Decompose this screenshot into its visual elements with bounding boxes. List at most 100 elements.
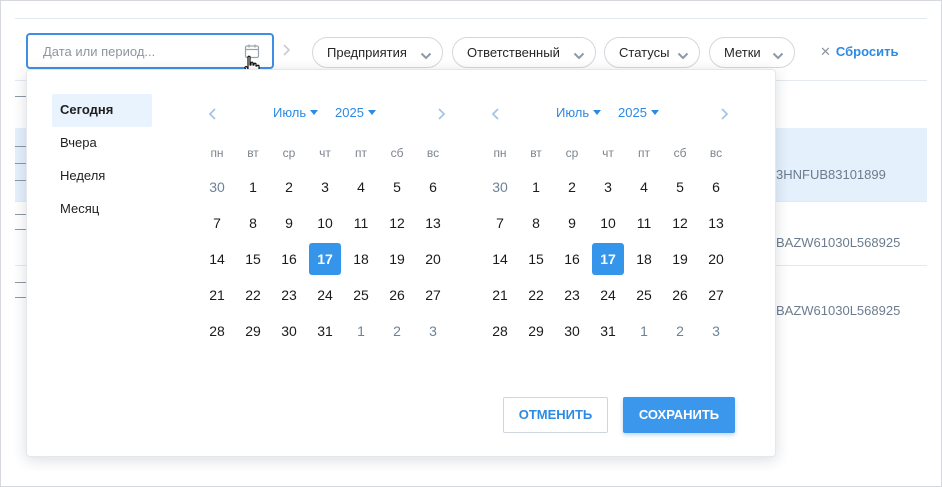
calendar-day[interactable]: 3 [592, 171, 624, 203]
calendar-day[interactable]: 13 [417, 207, 449, 239]
filter-enterprises[interactable]: Предприятия [312, 37, 443, 68]
calendar-day[interactable]: 23 [273, 279, 305, 311]
calendar-day[interactable]: 19 [381, 243, 413, 275]
calendar-day[interactable]: 7 [201, 207, 233, 239]
quick-range-item[interactable]: Месяц [52, 193, 152, 226]
prev-month-arrow-icon[interactable] [208, 107, 218, 126]
calendar-day[interactable]: 3 [309, 171, 341, 203]
reset-filters-button[interactable]: ✕ Сбросить [820, 44, 898, 60]
calendar-day-selected[interactable]: 17 [592, 243, 624, 275]
calendar-day[interactable]: 18 [345, 243, 377, 275]
calendar-day[interactable]: 25 [628, 279, 660, 311]
calendar-day[interactable]: 14 [484, 243, 516, 275]
calendar-day[interactable]: 28 [484, 315, 516, 347]
calendar-day[interactable]: 4 [628, 171, 660, 203]
calendar-day[interactable]: 28 [201, 315, 233, 347]
month-label: Июль [556, 105, 590, 120]
calendar-day[interactable]: 9 [556, 207, 588, 239]
next-month-arrow-icon[interactable] [719, 107, 729, 126]
calendar-day[interactable]: 5 [664, 171, 696, 203]
calendar-day[interactable]: 30 [273, 315, 305, 347]
calendar-day[interactable]: 22 [237, 279, 269, 311]
weekday-header: сб [390, 146, 404, 160]
calendar-day[interactable]: 13 [700, 207, 732, 239]
calendar-day-outside-month[interactable]: 3 [700, 315, 732, 347]
calendar-day[interactable]: 22 [520, 279, 552, 311]
year-select-right[interactable]: 2025 [618, 105, 659, 120]
calendar-day[interactable]: 15 [520, 243, 552, 275]
chevron-down-icon [772, 48, 784, 63]
month-label: Июль [273, 105, 307, 120]
save-button[interactable]: СОХРАНИТЬ [623, 397, 735, 433]
calendar-day[interactable]: 24 [592, 279, 624, 311]
month-select-left[interactable]: Июль [273, 105, 319, 120]
calendar-day[interactable]: 6 [417, 171, 449, 203]
calendar-day-outside-month[interactable]: 30 [484, 171, 516, 203]
calendar-day[interactable]: 18 [628, 243, 660, 275]
quick-range-item[interactable]: Сегодня [52, 94, 152, 127]
chevron-right-icon[interactable] [281, 43, 291, 62]
calendar-day[interactable]: 11 [628, 207, 660, 239]
calendar-day[interactable]: 2 [273, 171, 305, 203]
filter-statuses[interactable]: Статусы [604, 37, 700, 68]
calendar-day[interactable]: 1 [237, 171, 269, 203]
next-month-arrow-icon[interactable] [436, 107, 446, 126]
table-cell-id: BAZW61030L568925 [776, 303, 901, 318]
calendar-day[interactable]: 26 [381, 279, 413, 311]
caret-down-icon [593, 110, 602, 116]
calendar-day[interactable]: 12 [664, 207, 696, 239]
calendar-day[interactable]: 20 [700, 243, 732, 275]
calendar-day[interactable]: 30 [556, 315, 588, 347]
date-range-input[interactable]: Дата или период... [26, 33, 274, 69]
calendar-day[interactable]: 5 [381, 171, 413, 203]
calendar-day[interactable]: 14 [201, 243, 233, 275]
weekday-header: пт [638, 146, 650, 160]
calendar-day[interactable]: 27 [417, 279, 449, 311]
calendar-day[interactable]: 27 [700, 279, 732, 311]
calendar-day[interactable]: 19 [664, 243, 696, 275]
year-select-left[interactable]: 2025 [335, 105, 376, 120]
calendar-day[interactable]: 16 [556, 243, 588, 275]
calendar-day[interactable]: 10 [592, 207, 624, 239]
calendar-day[interactable]: 6 [700, 171, 732, 203]
calendar-day[interactable]: 20 [417, 243, 449, 275]
filter-tags[interactable]: Метки [709, 37, 795, 68]
calendar-day[interactable]: 7 [484, 207, 516, 239]
calendar-day[interactable]: 21 [484, 279, 516, 311]
calendar-day[interactable]: 1 [520, 171, 552, 203]
quick-range-item[interactable]: Неделя [52, 160, 152, 193]
calendar-day[interactable]: 29 [520, 315, 552, 347]
table-cell-id: 3HNFUB83101899 [776, 167, 886, 182]
calendar-day[interactable]: 21 [201, 279, 233, 311]
calendar-day[interactable]: 10 [309, 207, 341, 239]
calendar-day-outside-month[interactable]: 1 [345, 315, 377, 347]
filter-responsible[interactable]: Ответственный [452, 37, 596, 68]
calendar-day-outside-month[interactable]: 30 [201, 171, 233, 203]
calendar-day[interactable]: 31 [309, 315, 341, 347]
calendar-day[interactable]: 25 [345, 279, 377, 311]
calendar-day-outside-month[interactable]: 1 [628, 315, 660, 347]
calendar-day[interactable]: 31 [592, 315, 624, 347]
calendar-day[interactable]: 4 [345, 171, 377, 203]
calendar-day[interactable]: 9 [273, 207, 305, 239]
calendar-day[interactable]: 8 [520, 207, 552, 239]
calendar-day[interactable]: 12 [381, 207, 413, 239]
cancel-button[interactable]: ОТМЕНИТЬ [503, 397, 608, 433]
calendar-day-selected[interactable]: 17 [309, 243, 341, 275]
calendar-day[interactable]: 29 [237, 315, 269, 347]
calendar-day-outside-month[interactable]: 3 [417, 315, 449, 347]
calendar-day[interactable]: 23 [556, 279, 588, 311]
weekday-header: чт [319, 146, 331, 160]
calendar-day-outside-month[interactable]: 2 [381, 315, 413, 347]
calendar-day[interactable]: 16 [273, 243, 305, 275]
prev-month-arrow-icon[interactable] [491, 107, 501, 126]
calendar-day[interactable]: 24 [309, 279, 341, 311]
month-select-right[interactable]: Июль [556, 105, 602, 120]
calendar-day[interactable]: 26 [664, 279, 696, 311]
calendar-day[interactable]: 11 [345, 207, 377, 239]
calendar-day[interactable]: 8 [237, 207, 269, 239]
calendar-day[interactable]: 2 [556, 171, 588, 203]
quick-range-item[interactable]: Вчера [52, 127, 152, 160]
calendar-day[interactable]: 15 [237, 243, 269, 275]
calendar-day-outside-month[interactable]: 2 [664, 315, 696, 347]
